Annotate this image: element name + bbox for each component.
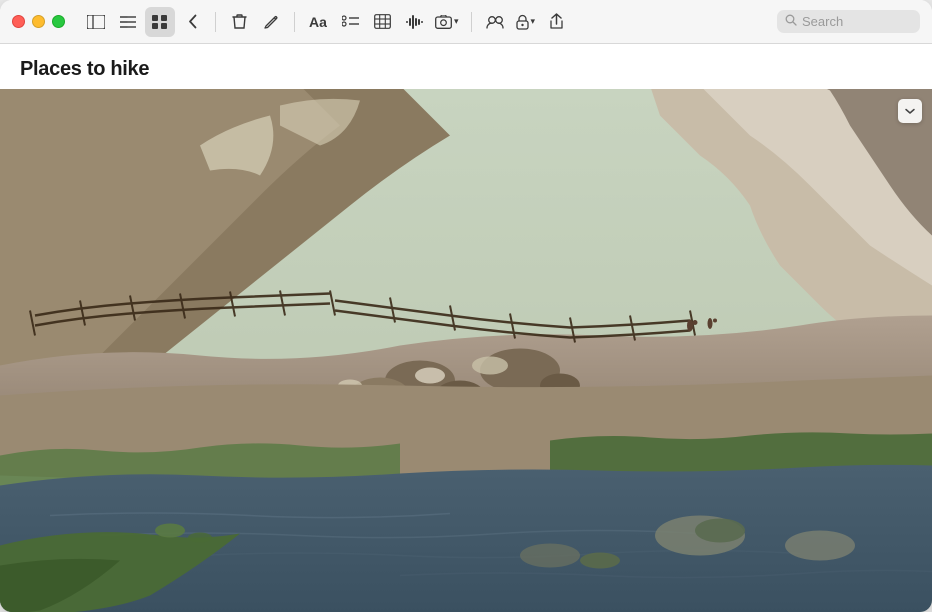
table-icon	[374, 14, 391, 29]
format-text-icon: Aa	[309, 14, 327, 30]
divider-3	[471, 12, 472, 32]
note-image-area	[0, 89, 932, 612]
list-view-button[interactable]	[113, 7, 143, 37]
list-icon	[120, 15, 136, 29]
lock-button[interactable]: ▾	[512, 7, 540, 37]
back-chevron-icon	[188, 14, 197, 29]
divider-2	[294, 12, 295, 32]
divider-1	[215, 12, 216, 32]
traffic-lights	[12, 15, 65, 28]
audio-button[interactable]	[399, 7, 429, 37]
hike-landscape-image	[0, 89, 932, 612]
trash-icon	[232, 13, 247, 30]
format-text-button[interactable]: Aa	[303, 7, 333, 37]
maximize-button[interactable]	[52, 15, 65, 28]
sidebar-icon	[87, 15, 105, 29]
sidebar-toggle-button[interactable]	[81, 7, 111, 37]
delete-button[interactable]	[224, 7, 254, 37]
toolbar-left: Aa	[81, 7, 571, 37]
photo-icon	[435, 15, 452, 29]
grid-icon	[152, 15, 168, 29]
search-icon	[785, 14, 797, 29]
photo-button[interactable]: ▾	[431, 7, 463, 37]
close-button[interactable]	[12, 15, 25, 28]
compose-button[interactable]	[256, 7, 286, 37]
note-title: Places to hike	[20, 58, 912, 81]
share-button[interactable]	[541, 7, 571, 37]
audio-icon	[406, 15, 423, 29]
content-area: Places to hike	[0, 44, 932, 612]
lock-icon	[516, 14, 529, 30]
minimize-button[interactable]	[32, 15, 45, 28]
search-input[interactable]	[802, 14, 912, 29]
app-window: Aa	[0, 0, 932, 612]
compose-icon	[263, 14, 279, 30]
grid-view-button[interactable]	[145, 7, 175, 37]
search-box[interactable]	[777, 10, 920, 33]
image-expand-button[interactable]	[898, 99, 922, 123]
expand-chevron-icon	[904, 105, 916, 117]
collaborate-button[interactable]	[480, 7, 510, 37]
titlebar: Aa	[0, 0, 932, 44]
note-header: Places to hike	[0, 44, 932, 89]
collaborate-icon	[486, 15, 504, 29]
photo-dropdown-chevron: ▾	[454, 16, 459, 27]
lock-dropdown-chevron: ▾	[531, 16, 536, 27]
checklist-icon	[342, 15, 359, 29]
table-button[interactable]	[367, 7, 397, 37]
checklist-button[interactable]	[335, 7, 365, 37]
back-button[interactable]	[177, 7, 207, 37]
share-icon	[549, 13, 564, 30]
